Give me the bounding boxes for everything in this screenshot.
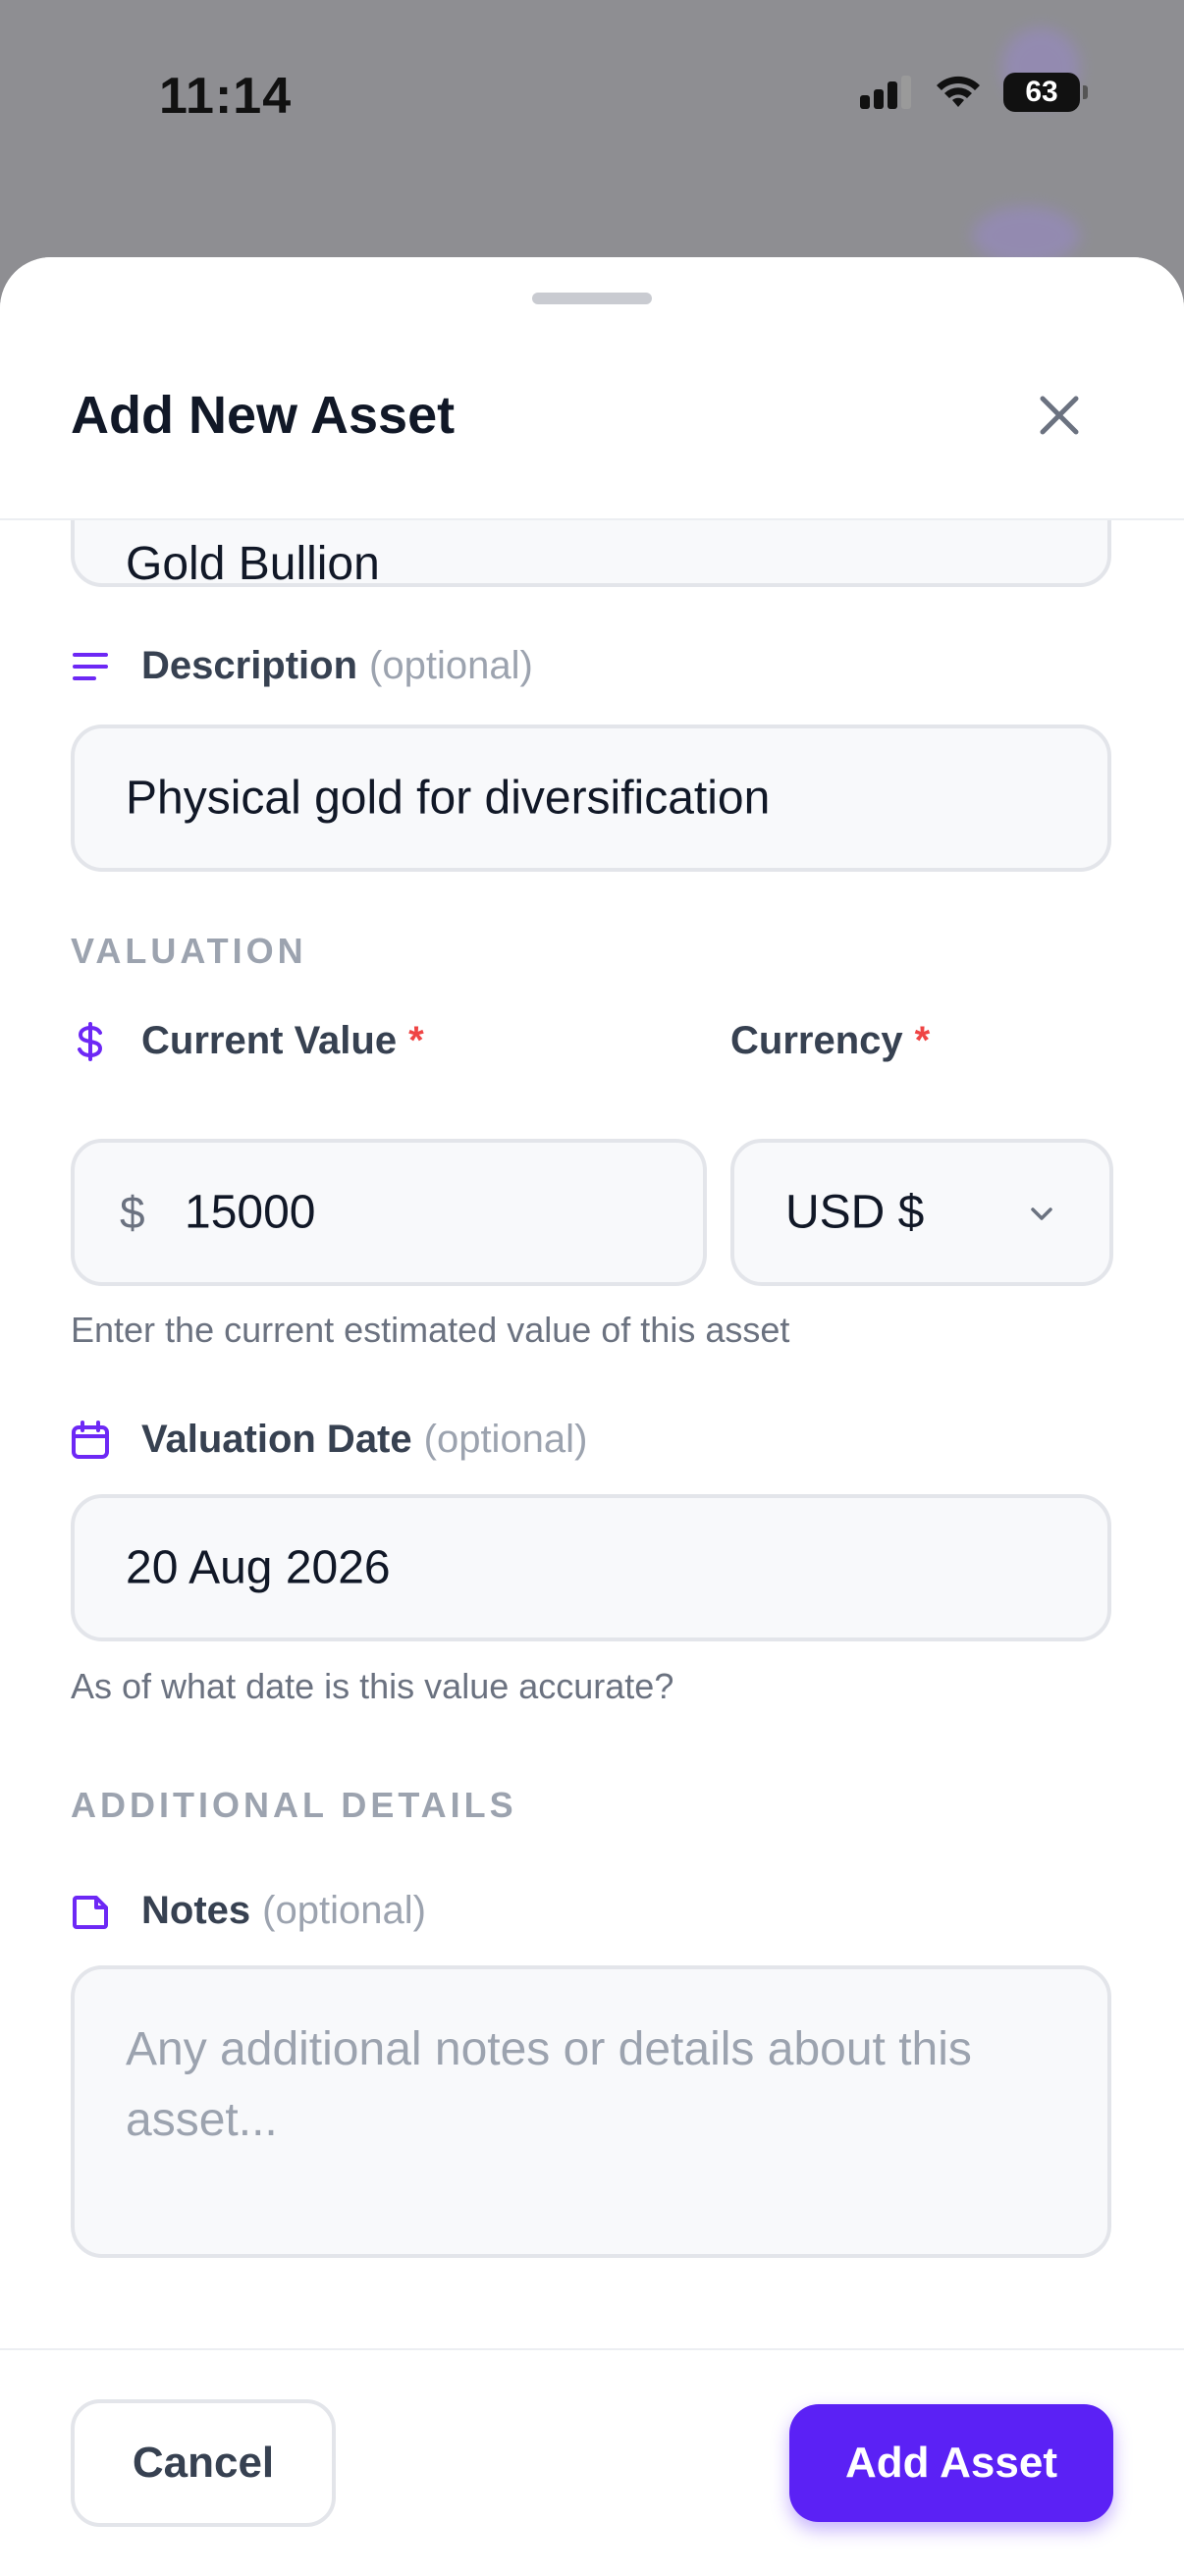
optional-tag: (optional) bbox=[262, 1889, 426, 1932]
optional-tag: (optional) bbox=[423, 1418, 588, 1461]
currency-value: USD $ bbox=[785, 1186, 925, 1239]
valuation-date-input[interactable]: 20 Aug 2026 bbox=[71, 1494, 1111, 1641]
wifi-icon bbox=[937, 76, 980, 107]
status-bar: 11:14 63 bbox=[0, 0, 1184, 196]
currency-label: Currency * bbox=[730, 1019, 930, 1063]
current-value-helper: Enter the current estimated value of thi… bbox=[71, 1310, 790, 1350]
valuation-date-label: Valuation Date (optional) bbox=[71, 1418, 587, 1462]
optional-tag: (optional) bbox=[369, 644, 533, 687]
required-asterisk: * bbox=[914, 1019, 931, 1062]
current-value-text: 15000 bbox=[185, 1186, 316, 1239]
notes-placeholder: Any additional notes or details about th… bbox=[126, 2023, 972, 2146]
drag-handle[interactable] bbox=[532, 293, 652, 304]
close-icon[interactable] bbox=[1031, 387, 1088, 444]
dollar-icon bbox=[71, 1021, 110, 1061]
sheet-header: Add New Asset bbox=[0, 257, 1184, 520]
notes-textarea[interactable]: Any additional notes or details about th… bbox=[71, 1965, 1111, 2258]
chevron-down-icon bbox=[1031, 1208, 1052, 1220]
notes-label-text: Notes bbox=[141, 1889, 251, 1932]
add-asset-button[interactable]: Add Asset bbox=[789, 2404, 1113, 2522]
section-heading-additional-details: ADDITIONAL DETAILS bbox=[71, 1785, 517, 1825]
sheet-title: Add New Asset bbox=[71, 386, 456, 445]
current-value-label: Current Value * bbox=[71, 1019, 424, 1063]
cancel-button[interactable]: Cancel bbox=[71, 2399, 336, 2527]
sheet-footer: Cancel Add Asset bbox=[0, 2348, 1184, 2576]
background-blur-decoration bbox=[972, 206, 1080, 265]
status-icons: 63 bbox=[858, 73, 1088, 112]
description-input[interactable]: Physical gold for diversification bbox=[71, 724, 1111, 872]
asset-name-value: Gold Bullion bbox=[126, 538, 380, 590]
currency-prefix: $ bbox=[120, 1187, 145, 1238]
required-asterisk: * bbox=[408, 1019, 424, 1062]
calendar-icon bbox=[71, 1420, 110, 1460]
status-time: 11:14 bbox=[159, 68, 293, 125]
current-value-field[interactable]: $ 15000 bbox=[71, 1139, 707, 1286]
description-label: Description (optional) bbox=[71, 644, 533, 688]
valuation-date-value: 20 Aug 2026 bbox=[126, 1541, 391, 1594]
battery-icon: 63 bbox=[1003, 73, 1088, 112]
valuation-date-label-text: Valuation Date bbox=[141, 1418, 412, 1461]
section-heading-valuation: VALUATION bbox=[71, 931, 307, 971]
valuation-date-helper: As of what date is this value accurate? bbox=[71, 1666, 674, 1706]
currency-select[interactable]: USD $ bbox=[730, 1139, 1113, 1286]
description-label-text: Description bbox=[141, 644, 358, 687]
description-value: Physical gold for diversification bbox=[126, 772, 771, 825]
signal-icon bbox=[860, 76, 911, 109]
current-value-label-text: Current Value bbox=[141, 1019, 398, 1062]
notes-label: Notes (optional) bbox=[71, 1889, 426, 1933]
asset-name-field[interactable]: Gold Bullion bbox=[71, 518, 1111, 590]
note-icon bbox=[71, 1892, 110, 1931]
currency-label-text: Currency bbox=[730, 1019, 903, 1062]
battery-level: 63 bbox=[1025, 76, 1058, 108]
text-lines-icon bbox=[71, 647, 110, 686]
